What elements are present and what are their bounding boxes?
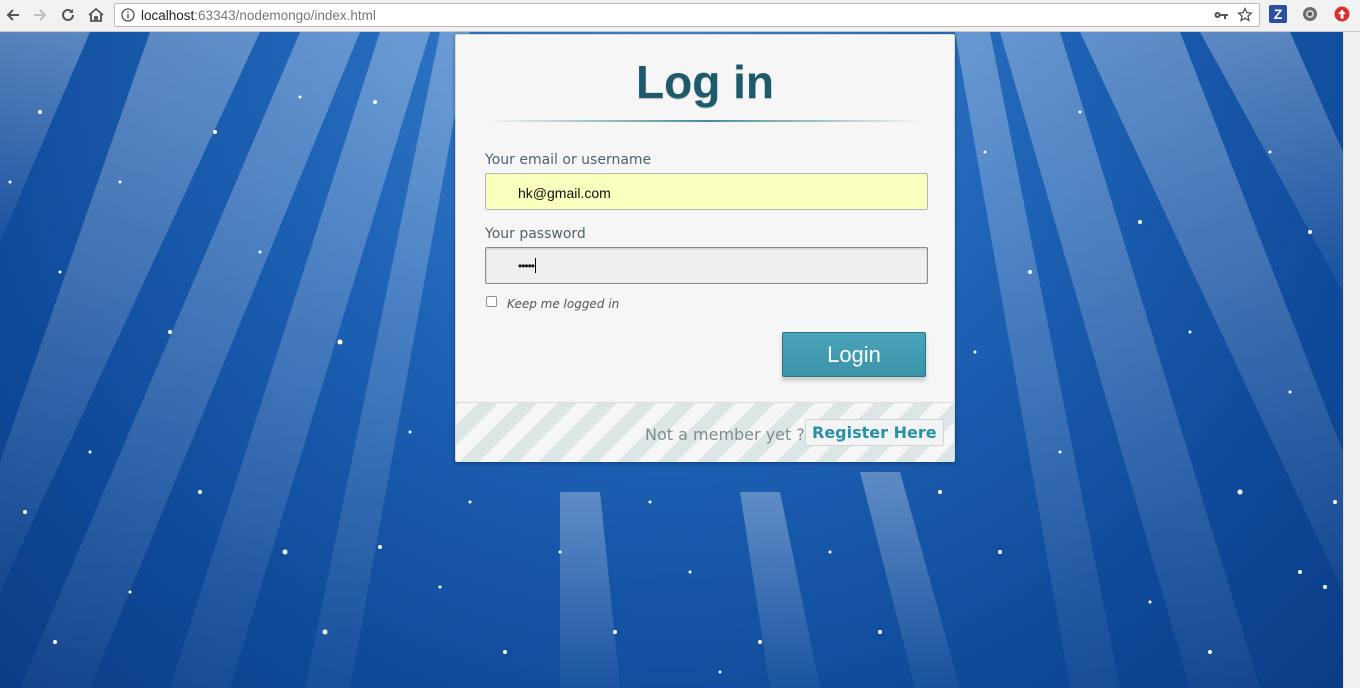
url-path: :63343/nodemongo/index.html (194, 8, 376, 23)
star-icon[interactable] (1237, 6, 1253, 28)
register-link[interactable]: Register Here (805, 419, 944, 446)
key-icon[interactable] (1213, 7, 1229, 28)
title-divider (486, 120, 926, 122)
browser-toolbar: localhost:63343/nodemongo/index.html Z (0, 0, 1360, 32)
not-member-text: Not a member yet ? (645, 425, 805, 444)
card-footer: Not a member yet ? Register Here (456, 402, 954, 462)
keep-logged-in-label[interactable]: Keep me logged in (507, 297, 619, 311)
email-label: Your email or username (485, 152, 652, 168)
extension-icon[interactable] (1301, 5, 1319, 23)
reload-icon[interactable] (56, 4, 80, 26)
forward-icon[interactable] (28, 4, 52, 26)
email-field[interactable] (485, 173, 928, 210)
vertical-scrollbar[interactable] (1343, 32, 1360, 688)
zotero-letter: Z (1273, 6, 1283, 22)
login-button[interactable]: Login (782, 332, 926, 377)
url-host: localhost (141, 8, 195, 23)
keep-logged-in-checkbox[interactable] (486, 296, 497, 307)
password-field[interactable] (485, 247, 928, 284)
back-icon[interactable] (1, 4, 25, 26)
extension-red-icon[interactable] (1333, 5, 1351, 23)
url-text[interactable]: localhost:63343/nodemongo/index.html (141, 8, 376, 23)
info-icon[interactable] (121, 8, 135, 27)
login-card: Log in Your email or username hk@gmail.c… (455, 34, 955, 462)
page-title: Log in (636, 56, 774, 108)
address-bar[interactable]: localhost:63343/nodemongo/index.html (114, 3, 1260, 27)
password-label: Your password (485, 226, 586, 242)
zotero-icon[interactable]: Z (1269, 5, 1287, 23)
home-icon[interactable] (84, 4, 108, 26)
